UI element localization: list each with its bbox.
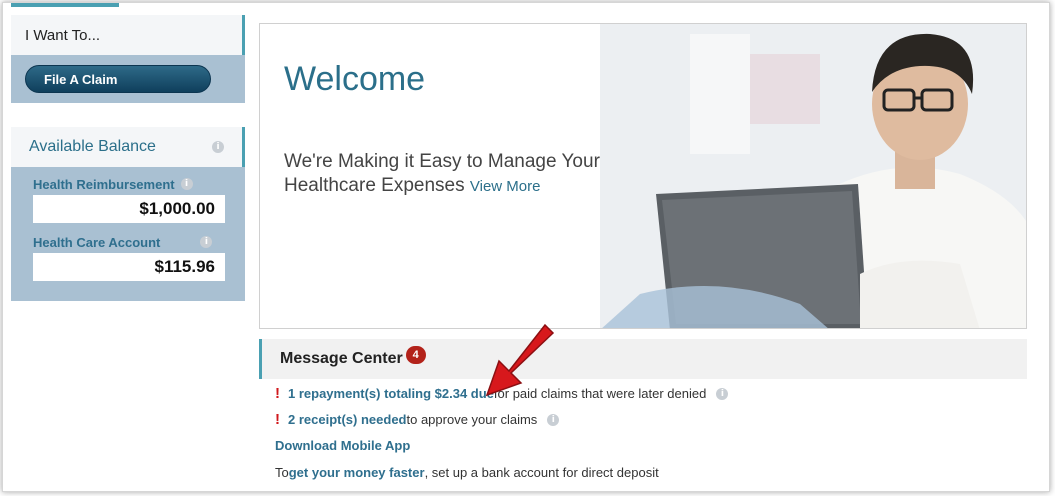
bank-account-row: To get your money faster , set up a bank… — [275, 465, 659, 480]
info-icon[interactable]: i — [716, 387, 729, 400]
account-label-hca: Health Care Account i — [33, 231, 225, 253]
red-arrow-icon — [485, 323, 555, 397]
info-icon[interactable]: i — [212, 141, 224, 153]
alert-icon: ! — [275, 411, 280, 428]
info-icon[interactable]: i — [547, 413, 560, 426]
want-to-body: File A Claim — [11, 55, 245, 103]
bank-text: , set up a bank account for direct depos… — [424, 465, 659, 480]
info-icon[interactable]: i — [180, 178, 193, 190]
welcome-subtitle: We're Making it Easy to Manage Your Heal… — [284, 150, 684, 199]
welcome-subtitle-text: We're Making it Easy to Manage Your Heal… — [284, 151, 600, 196]
want-to-header: I Want To... — [11, 15, 245, 55]
sidebar: I Want To... File A Claim Available Bala… — [11, 15, 245, 323]
sidebar-spacer — [11, 103, 245, 127]
download-mobile-app-link[interactable]: Download Mobile App — [275, 438, 410, 453]
welcome-title: Welcome — [284, 60, 426, 98]
account-name: Health Care Account — [33, 234, 161, 250]
account-value-hra: $1,000.00 — [33, 195, 225, 223]
balance-body: Health Reimbursement i $1,000.00 Health … — [11, 167, 245, 301]
account-value-hca: $115.96 — [33, 253, 225, 281]
available-balance-header: Available Balance i — [11, 127, 245, 167]
account-label-hra: Health Reimbursement i — [33, 173, 225, 195]
top-accent-bar — [11, 3, 119, 7]
welcome-hero: Welcome We're Making it Easy to Manage Y… — [259, 23, 1027, 329]
get-money-faster-link[interactable]: get your money faster — [289, 465, 425, 480]
view-more-link[interactable]: View More — [470, 178, 541, 195]
info-icon[interactable]: i — [200, 236, 213, 248]
message-center-header: Message Center 4 — [259, 339, 1027, 379]
receipts-text: to approve your claims — [406, 412, 538, 427]
message-count-badge: 4 — [405, 346, 426, 364]
message-item-receipts: ! 2 receipt(s) needed to approve your cl… — [275, 411, 560, 428]
download-mobile-app-row: Download Mobile App — [275, 438, 410, 453]
alert-icon: ! — [275, 385, 280, 402]
receipts-link[interactable]: 2 receipt(s) needed — [288, 412, 407, 427]
available-balance-title: Available Balance — [29, 138, 156, 155]
file-claim-button[interactable]: File A Claim — [25, 65, 211, 93]
bank-prefix: To — [275, 465, 289, 480]
account-name: Health Reimbursement — [33, 176, 175, 192]
repayment-link[interactable]: 1 repayment(s) totaling $2.34 due — [288, 386, 494, 401]
app-frame: I Want To... File A Claim Available Bala… — [2, 2, 1050, 492]
message-center-title: Message Center — [280, 350, 403, 367]
